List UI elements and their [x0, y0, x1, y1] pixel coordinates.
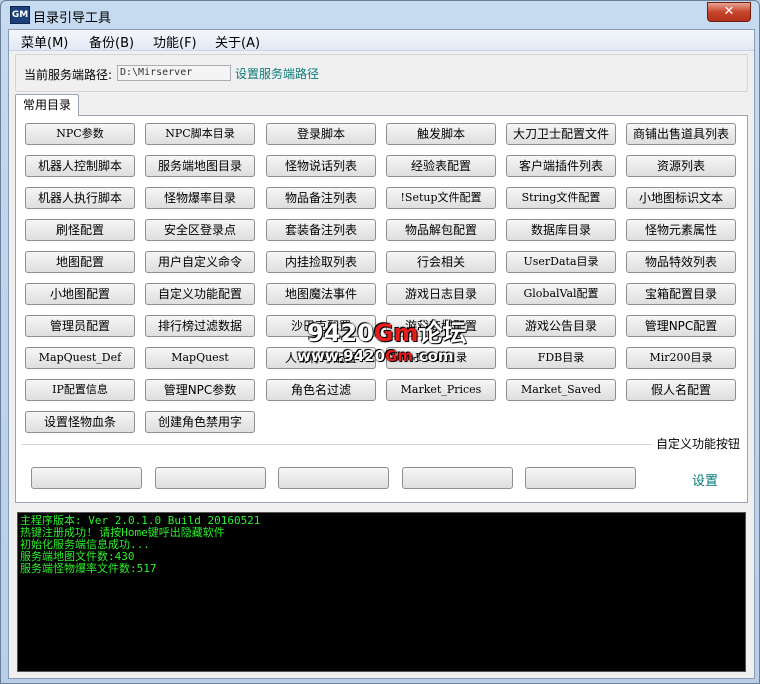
menu-item-backup[interactable]: 备份(B) [89, 32, 134, 51]
directory-button[interactable]: 行会相关 [386, 251, 496, 273]
client-area: 菜单(M) 备份(B) 功能(F) 关于(A) 当前服务端路径: D:\Mirs… [8, 29, 755, 679]
directory-button[interactable]: 机器人控制脚本 [25, 155, 135, 177]
window-title: 目录引导工具 [33, 11, 112, 26]
menu-item-about[interactable]: 关于(A) [215, 32, 260, 51]
directory-button[interactable]: 自定义功能配置 [145, 283, 255, 305]
directory-button[interactable]: 物品备注列表 [266, 187, 376, 209]
directory-button[interactable]: NPC参数 [25, 123, 135, 145]
directory-button[interactable]: 创建角色禁用字 [145, 411, 255, 433]
directory-button[interactable]: 数据库目录 [506, 219, 616, 241]
directory-button[interactable]: 地图配置 [25, 251, 135, 273]
directory-button[interactable]: 怪物爆率目录 [145, 187, 255, 209]
close-button[interactable]: ✕ [707, 2, 751, 22]
tab-panel: NPC参数 NPC脚本目录 登录脚本 触发脚本 大刀卫士配置文件 商铺出售道具列表机器人控… [15, 115, 748, 503]
directory-button[interactable]: !Setup文件配置 [386, 187, 496, 209]
directory-button[interactable]: 管理NPC参数 [145, 379, 255, 401]
set-server-path-link[interactable]: 设置服务端路径 [235, 65, 319, 82]
directory-button[interactable]: 人物称号配置 [266, 347, 376, 369]
directory-button[interactable]: 登录脚本 [266, 123, 376, 145]
custom-function-group: 自定义功能按钮 设置 [22, 435, 740, 497]
directory-button[interactable]: NPC脚本目录 [145, 123, 255, 145]
directory-button[interactable]: FDB目录 [506, 347, 616, 369]
directory-button[interactable]: MapQuest_Def [25, 347, 135, 369]
menu-item-function[interactable]: 功能(F) [153, 32, 197, 51]
directory-button[interactable]: 游戏日志目录 [386, 283, 496, 305]
directory-button[interactable]: 游戏公告目录 [506, 315, 616, 337]
directory-button[interactable]: 商铺出售道具列表 [626, 123, 736, 145]
custom-button-1[interactable] [31, 467, 142, 489]
directory-button[interactable]: 用户自定义命令 [145, 251, 255, 273]
main-window: GM 目录引导工具 ✕ 菜单(M) 备份(B) 功能(F) 关于(A) 当前服务… [0, 0, 760, 684]
directory-button[interactable]: 资源列表 [626, 155, 736, 177]
custom-button-4[interactable] [402, 467, 513, 489]
menu-item-menu[interactable]: 菜单(M) [21, 32, 68, 51]
directory-button[interactable]: 机器人执行脚本 [25, 187, 135, 209]
directory-button[interactable]: 物品特效列表 [626, 251, 736, 273]
directory-button[interactable]: MapQuest [145, 347, 255, 369]
directory-button[interactable]: 角色名过滤 [266, 379, 376, 401]
directory-button[interactable]: GlobalVal配置 [506, 283, 616, 305]
custom-button-5[interactable] [525, 467, 636, 489]
directory-button[interactable]: 大刀卫士配置文件 [506, 123, 616, 145]
custom-set-link[interactable]: 设置 [692, 470, 718, 489]
directory-button[interactable]: 怪物说话列表 [266, 155, 376, 177]
directory-button[interactable]: 排行榜过滤数据 [145, 315, 255, 337]
server-path-input[interactable]: D:\Mirserver [117, 65, 231, 81]
directory-button[interactable]: 管理员配置 [25, 315, 135, 337]
directory-button[interactable]: Market_Prices [386, 379, 496, 401]
directory-button[interactable]: 小地图标识文本 [626, 187, 736, 209]
log-console: 主程序版本: Ver 2.0.1.0 Build 20160521 热键注册成功… [17, 512, 746, 672]
directory-button[interactable]: Envir目录 [386, 347, 496, 369]
log-line: 服务端怪物爆率文件数:517 [20, 562, 157, 575]
custom-function-label: 自定义功能按钮 [651, 435, 740, 452]
directory-button[interactable]: 假人名配置 [626, 379, 736, 401]
tab-common-directories[interactable]: 常用目录 [15, 94, 79, 116]
directory-button[interactable]: Mir200目录 [626, 347, 736, 369]
directory-button[interactable]: IP配置信息 [25, 379, 135, 401]
directory-button[interactable]: 经验表配置 [386, 155, 496, 177]
custom-button-2[interactable] [155, 467, 266, 489]
directory-button[interactable]: 物品解包配置 [386, 219, 496, 241]
directory-button[interactable]: 套装备注列表 [266, 219, 376, 241]
directory-button[interactable]: 小地图配置 [25, 283, 135, 305]
directory-button[interactable]: UserData目录 [506, 251, 616, 273]
directory-button[interactable]: String文件配置 [506, 187, 616, 209]
server-path-label: 当前服务端路径: [24, 68, 113, 82]
app-icon: GM [10, 6, 30, 24]
directory-button[interactable]: 安全区登录点 [145, 219, 255, 241]
title-bar[interactable]: GM 目录引导工具 ✕ [1, 1, 759, 29]
directory-button[interactable]: 触发脚本 [386, 123, 496, 145]
directory-button[interactable]: 管理NPC配置 [626, 315, 736, 337]
directory-button[interactable]: 地图魔法事件 [266, 283, 376, 305]
directory-button[interactable]: 宝箱配置目录 [626, 283, 736, 305]
directory-button[interactable]: 内挂捡取列表 [266, 251, 376, 273]
directory-button[interactable]: 客户端插件列表 [506, 155, 616, 177]
directory-button[interactable]: 刷怪配置 [25, 219, 135, 241]
directory-button[interactable]: 设置怪物血条 [25, 411, 135, 433]
menu-bar: 菜单(M) 备份(B) 功能(F) 关于(A) [9, 30, 754, 51]
custom-button-3[interactable] [278, 467, 389, 489]
directory-button[interactable]: Market_Saved [506, 379, 616, 401]
directory-button[interactable]: 服务端地图目录 [145, 155, 255, 177]
directory-button[interactable]: 怪物元素属性 [626, 219, 736, 241]
server-path-panel: 当前服务端路径: D:\Mirserver 设置服务端路径 [15, 54, 748, 92]
directory-button[interactable]: 游戏商城配置 [386, 315, 496, 337]
directory-button[interactable]: 沙巴克配置 [266, 315, 376, 337]
